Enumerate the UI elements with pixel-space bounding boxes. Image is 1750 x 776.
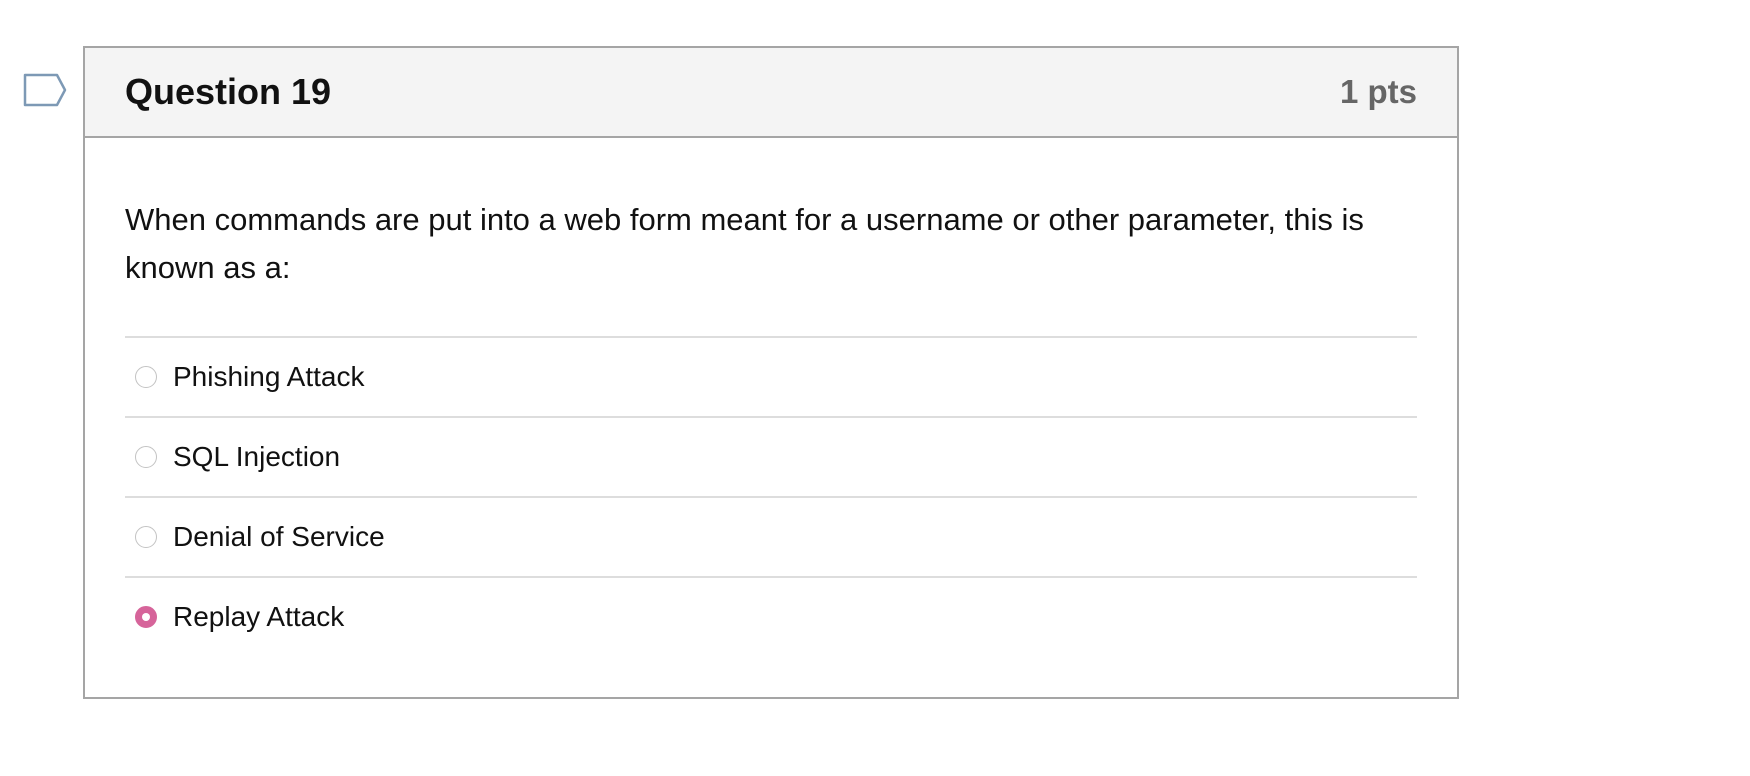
radio-button-icon[interactable] [135,366,157,388]
answer-option-sql-injection[interactable]: SQL Injection [125,416,1417,496]
question-card: Question 19 1 pts When commands are put … [83,46,1459,699]
answer-label[interactable]: Denial of Service [173,521,385,553]
question-body: When commands are put into a web form me… [85,138,1457,656]
answer-label[interactable]: Phishing Attack [173,361,364,393]
answer-option-replay-attack[interactable]: Replay Attack [125,576,1417,656]
radio-button-icon[interactable] [135,446,157,468]
answer-option-denial-of-service[interactable]: Denial of Service [125,496,1417,576]
answer-option-phishing-attack[interactable]: Phishing Attack [125,336,1417,416]
radio-button-icon[interactable] [135,526,157,548]
radio-button-icon[interactable] [135,606,157,628]
question-points: 1 pts [1339,73,1417,110]
flag-question-icon[interactable] [23,73,67,107]
question-title: Question 19 [125,71,332,112]
answer-label[interactable]: SQL Injection [173,441,340,473]
question-header: Question 19 1 pts [85,48,1457,138]
answer-label[interactable]: Replay Attack [173,601,344,633]
question-text: When commands are put into a web form me… [125,202,1364,285]
answer-list: Phishing Attack SQL Injection Denial of … [125,336,1417,656]
